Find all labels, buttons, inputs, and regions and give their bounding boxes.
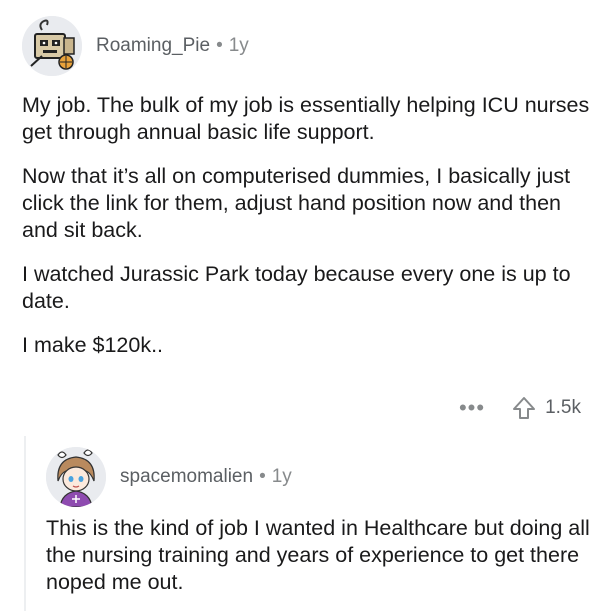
reply-header: spacemomalien • 1y — [46, 447, 292, 507]
vote-count: 1.5k — [545, 397, 581, 418]
reply-username[interactable]: spacemomalien — [120, 466, 253, 488]
reply-age: 1y — [271, 466, 292, 487]
comment-actions: ••• 1.5k — [459, 395, 581, 421]
avatar[interactable] — [46, 447, 106, 507]
girl-avatar-icon — [46, 447, 106, 507]
upvote-arrow-icon[interactable] — [511, 395, 537, 421]
more-options-button[interactable]: ••• — [459, 397, 485, 419]
comment-paragraph: Now that it’s all on computerised dummie… — [22, 164, 571, 242]
top-comment-header: Roaming_Pie • 1y — [22, 16, 249, 76]
comment-paragraph: I make $120k.. — [22, 333, 164, 357]
robot-avatar-icon — [22, 16, 82, 76]
avatar[interactable] — [22, 16, 82, 76]
comment-paragraph: My job. The bulk of my job is essentiall… — [22, 93, 590, 144]
meta-separator: • — [259, 466, 266, 487]
thread-line[interactable] — [24, 436, 26, 611]
reply-paragraph: This is the kind of job I wanted in Heal… — [46, 516, 590, 594]
comment-body: My job. The bulk of my job is essentiall… — [22, 92, 592, 376]
comment-username[interactable]: Roaming_Pie — [96, 35, 210, 57]
reply-body: This is the kind of job I wanted in Heal… — [46, 515, 591, 613]
meta-separator: • — [216, 35, 223, 56]
comment-paragraph: I watched Jurassic Park today because ev… — [22, 262, 571, 313]
comment-age: 1y — [228, 35, 249, 56]
